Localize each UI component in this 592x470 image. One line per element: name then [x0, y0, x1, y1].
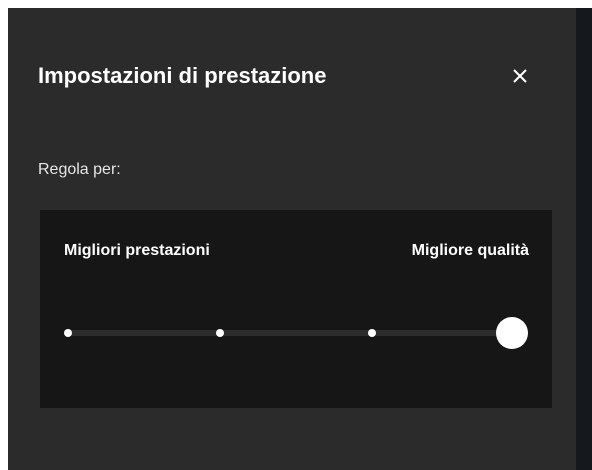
best-quality-label[interactable]: Migliore qualità — [412, 241, 529, 261]
dialog-title: Impostazioni di prestazione — [38, 63, 327, 88]
slider-track[interactable] — [68, 330, 512, 336]
adjust-for-label: Regola per: — [38, 161, 121, 178]
slider-step-2[interactable] — [216, 329, 224, 337]
slider-step-3[interactable] — [368, 329, 376, 337]
window-edge — [576, 8, 592, 470]
quality-slider-panel: Migliori prestazioni Migliore qualità — [40, 210, 552, 408]
close-button[interactable] — [506, 62, 534, 90]
best-performance-label[interactable]: Migliori prestazioni — [64, 241, 210, 261]
close-icon — [513, 69, 527, 83]
slider-step-1[interactable] — [64, 329, 72, 337]
performance-settings-dialog: Impostazioni di prestazione Regola per: … — [8, 8, 584, 470]
slider-thumb[interactable] — [496, 317, 528, 349]
